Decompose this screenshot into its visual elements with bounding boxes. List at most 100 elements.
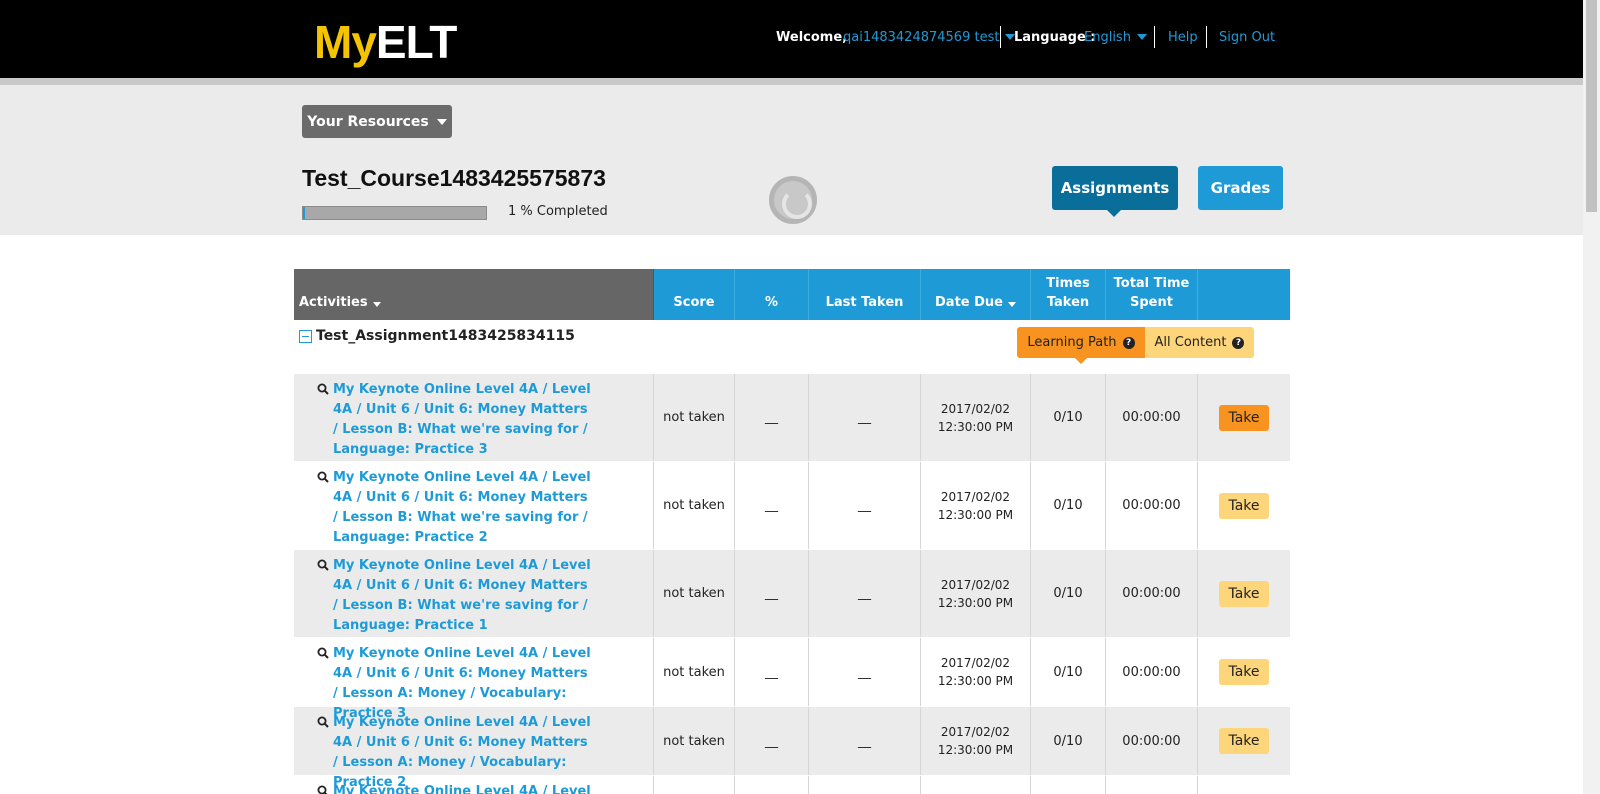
times-taken-cell — [1031, 776, 1106, 794]
activity-cell: My Keynote Online Level 4A / Level 4A / … — [294, 374, 654, 461]
percent-cell: __ — [735, 550, 809, 637]
action-cell: Take — [1198, 374, 1290, 461]
sign-out-link[interactable]: Sign Out — [1219, 30, 1275, 45]
user-menu[interactable]: qai1483424874569 test — [843, 26, 1016, 48]
action-cell: Take — [1198, 707, 1290, 775]
search-icon[interactable] — [317, 647, 329, 663]
date-due-cell — [921, 776, 1031, 794]
username[interactable]: qai1483424874569 test — [843, 30, 999, 45]
header-divider-strip — [0, 78, 1583, 85]
search-icon[interactable] — [317, 716, 329, 732]
last-taken-cell: __ — [809, 638, 921, 706]
action-cell: Take — [1198, 638, 1290, 706]
assignment-group-row: Test_Assignment1483425834115 Learning Pa… — [294, 320, 1290, 373]
take-button[interactable]: Take — [1219, 659, 1269, 685]
language-menu[interactable]: English — [1084, 26, 1147, 48]
last-taken-cell: __ — [809, 550, 921, 637]
sort-down-icon — [1007, 302, 1016, 307]
activity-link[interactable]: My Keynote Online Level 4A / Level 4A / … — [333, 468, 593, 548]
take-button[interactable]: Take — [1219, 580, 1269, 607]
column-header-last-taken: Last Taken — [809, 269, 921, 320]
column-header-percent: % — [735, 269, 809, 320]
times-taken-cell: 0/10 — [1031, 462, 1106, 549]
take-button[interactable]: Take — [1219, 728, 1269, 754]
percent-cell: __ — [735, 638, 809, 706]
divider — [1000, 26, 1001, 48]
activity-cell: My Keynote Online Level 4A / Level 4A / … — [294, 462, 654, 549]
date-due-cell: 2017/02/02 12:30:00 PM — [921, 638, 1031, 706]
table-row: My Keynote Online Level 4A / Level 4A / … — [294, 549, 1290, 637]
activity-link[interactable]: My Keynote Online Level 4A / Level 4A / — [333, 782, 593, 794]
help-circle-icon[interactable]: ? — [1122, 336, 1135, 349]
times-taken-cell: 0/10 — [1031, 374, 1106, 461]
tab-grades-label: Grades — [1210, 179, 1271, 197]
activity-cell: My Keynote Online Level 4A / Level 4A / … — [294, 638, 654, 721]
times-taken-header-label: Times Taken — [1046, 276, 1090, 310]
tab-grades[interactable]: Grades — [1198, 166, 1283, 210]
percent-cell: __ — [735, 374, 809, 461]
sign-out-area[interactable]: Sign Out — [1219, 26, 1275, 48]
welcome-area: Welcome, — [776, 26, 847, 48]
activity-link[interactable]: My Keynote Online Level 4A / Level 4A / … — [333, 556, 593, 636]
score-cell: not taken — [654, 374, 735, 461]
action-cell: Take — [1198, 462, 1290, 549]
times-taken-cell: 0/10 — [1031, 707, 1106, 775]
take-button[interactable]: Take — [1219, 404, 1269, 431]
score-cell — [654, 776, 735, 794]
date-due-header-label: Date Due — [935, 295, 1003, 310]
times-taken-cell: 0/10 — [1031, 550, 1106, 637]
last-taken-cell — [809, 776, 921, 794]
column-header-date-due[interactable]: Date Due — [921, 269, 1031, 320]
learning-path-button[interactable]: Learning Path ? — [1017, 327, 1145, 364]
language-value[interactable]: English — [1084, 30, 1131, 45]
your-resources-label: Your Resources — [307, 113, 429, 130]
date-due-cell: 2017/02/02 12:30:00 PM — [921, 462, 1031, 549]
date-due-cell: 2017/02/02 12:30:00 PM — [921, 374, 1031, 461]
myelt-logo[interactable]: MyELT — [314, 14, 457, 70]
scrollbar-thumb[interactable] — [1586, 0, 1597, 212]
course-title: Test_Course1483425575873 — [302, 165, 606, 191]
search-icon[interactable] — [317, 785, 329, 794]
help-circle-icon[interactable]: ? — [1232, 336, 1245, 349]
total-time-header-label: Total Time Spent — [1113, 276, 1190, 310]
help-link-area[interactable]: Help — [1168, 26, 1198, 48]
activity-cell: My Keynote Online Level 4A / Level 4A / — [294, 776, 654, 794]
all-content-button[interactable]: All Content ? — [1145, 327, 1254, 358]
sort-down-icon — [372, 302, 381, 307]
search-icon[interactable] — [317, 383, 329, 399]
table-row: My Keynote Online Level 4A / Level 4A / … — [294, 637, 1290, 721]
column-header-score: Score — [654, 269, 735, 320]
column-header-action — [1198, 269, 1290, 320]
total-time-cell — [1106, 776, 1198, 794]
table-header: Activities Score % Last Taken Date Due T… — [294, 269, 1290, 320]
your-resources-button[interactable]: Your Resources — [302, 105, 452, 138]
search-icon[interactable] — [317, 559, 329, 575]
action-cell — [1198, 776, 1290, 794]
learning-path-label: Learning Path — [1027, 335, 1117, 350]
score-cell: not taken — [654, 707, 735, 775]
top-navigation-bar: MyELT Welcome, qai1483424874569 test Lan… — [0, 0, 1583, 78]
progress-fill — [303, 207, 305, 219]
activity-link[interactable]: My Keynote Online Level 4A / Level 4A / … — [333, 380, 593, 460]
progress-text: 1 % Completed — [508, 204, 608, 219]
take-button[interactable]: Take — [1219, 492, 1269, 519]
collapse-icon[interactable] — [299, 329, 312, 343]
activities-header-label: Activities — [299, 295, 368, 310]
table-row: My Keynote Online Level 4A / Level 4A / — [294, 775, 1290, 794]
column-header-times-taken: Times Taken — [1031, 269, 1106, 320]
welcome-label: Welcome, — [776, 29, 848, 45]
column-header-activities[interactable]: Activities — [294, 269, 654, 320]
total-time-cell: 00:00:00 — [1106, 638, 1198, 706]
total-time-cell: 00:00:00 — [1106, 550, 1198, 637]
loading-spinner-icon — [769, 176, 817, 224]
date-due-cell: 2017/02/02 12:30:00 PM — [921, 550, 1031, 637]
last-taken-cell: __ — [809, 462, 921, 549]
tab-assignments[interactable]: Assignments — [1052, 166, 1178, 217]
help-link[interactable]: Help — [1168, 30, 1198, 45]
total-time-cell: 00:00:00 — [1106, 374, 1198, 461]
assignment-title[interactable]: Test_Assignment1483425834115 — [299, 328, 575, 344]
score-cell: not taken — [654, 550, 735, 637]
activity-rows: My Keynote Online Level 4A / Level 4A / … — [294, 373, 1290, 794]
total-time-cell: 00:00:00 — [1106, 707, 1198, 775]
search-icon[interactable] — [317, 471, 329, 487]
